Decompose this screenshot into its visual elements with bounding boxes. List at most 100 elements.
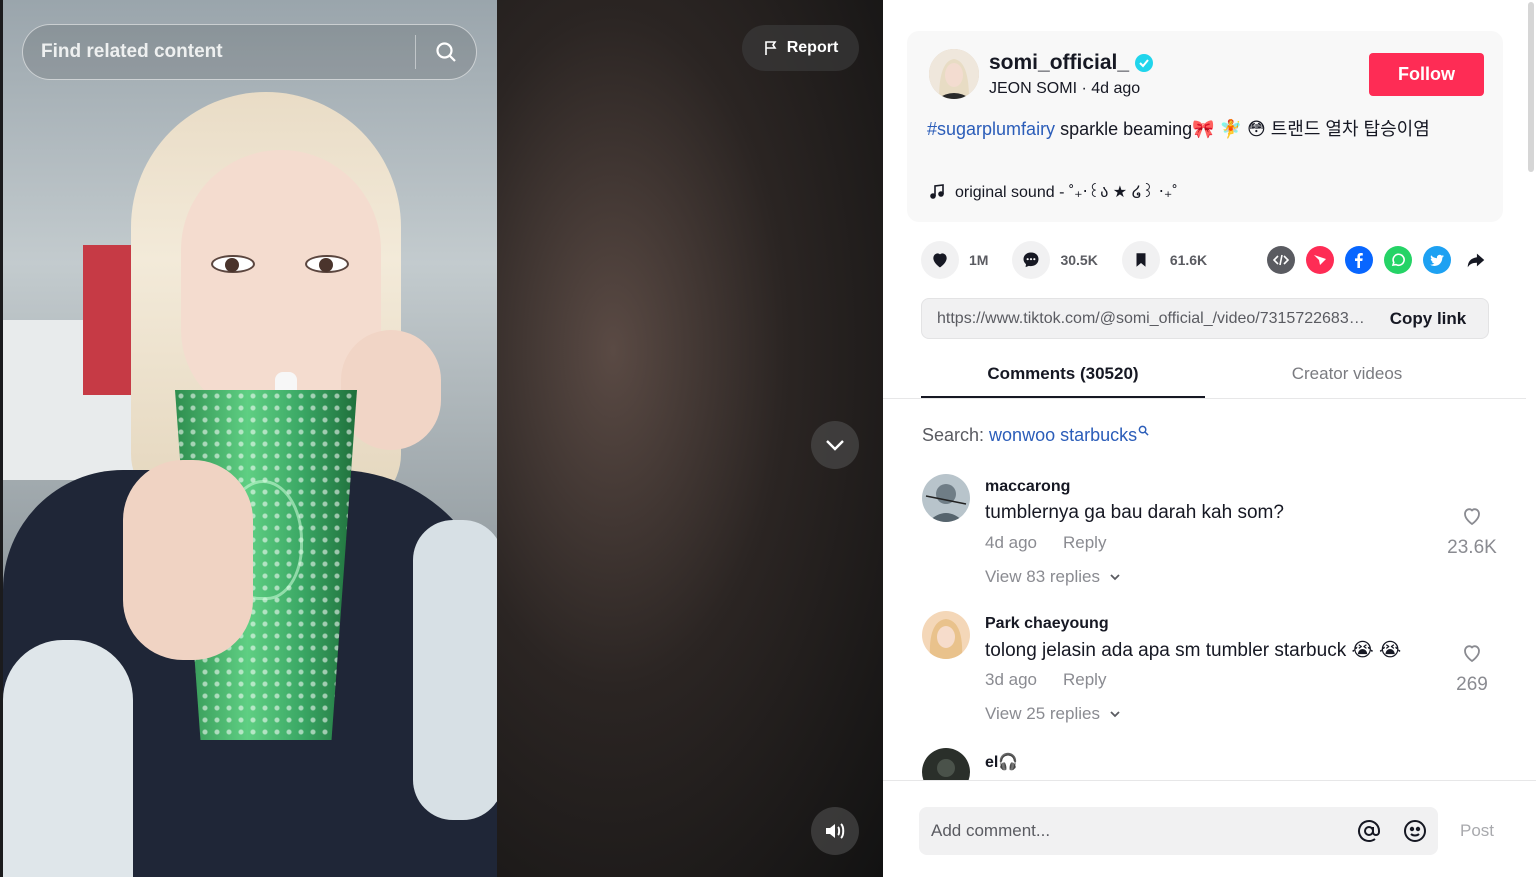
heart-outline-icon[interactable] xyxy=(1460,641,1484,665)
emoji-button[interactable] xyxy=(1392,819,1438,843)
save-action[interactable]: 61.6K xyxy=(1121,241,1207,279)
chevron-down-icon xyxy=(1110,574,1120,581)
search-button[interactable] xyxy=(416,24,476,80)
sound-link[interactable]: original sound - ˚₊‧꒰ა ★ ໒꒱ ‧₊˚ xyxy=(929,180,1178,202)
comment-item: maccarong tumblernya ga bau darah kah so… xyxy=(922,474,1497,594)
facebook-icon[interactable] xyxy=(1345,246,1373,274)
reply-button[interactable]: Reply xyxy=(1063,533,1106,553)
report-label: Report xyxy=(786,39,839,56)
view-replies-button[interactable]: View 83 replies xyxy=(985,567,1122,587)
view-replies-label[interactable]: View 83 replies xyxy=(985,567,1100,587)
like-action[interactable]: 1M xyxy=(921,241,988,279)
search-suggestion-keyword[interactable]: wonwoo starbucks xyxy=(989,425,1137,445)
video-frame[interactable] xyxy=(3,0,497,877)
description-text: sparkle beaming🎀 🧚 😳 트랜드 열차 탑승이염 xyxy=(1055,119,1430,139)
comment-count: 30.5K xyxy=(1060,252,1098,268)
reply-button[interactable]: Reply xyxy=(1063,670,1106,690)
author-subline: JEON SOMI · 4d ago xyxy=(989,80,1140,98)
comments-list[interactable]: Search: wonwoo starbucks maccarong tumbl… xyxy=(883,399,1526,780)
mention-button[interactable] xyxy=(1346,819,1392,843)
comment-time: 3d ago xyxy=(985,670,1037,689)
subline-separator: · xyxy=(1077,80,1092,97)
video-player[interactable]: Find related content Report xyxy=(0,0,883,877)
post-time: 4d ago xyxy=(1091,80,1141,97)
chevron-down-icon xyxy=(826,440,844,451)
person-sleeve xyxy=(3,640,133,877)
sound-title[interactable]: original sound - ˚₊‧꒰ა ★ ໒꒱ ‧₊˚ xyxy=(955,180,1178,202)
comment-input-placeholder[interactable]: Add comment... xyxy=(919,821,1346,841)
avatar-portrait xyxy=(929,49,979,99)
twitter-icon[interactable] xyxy=(1423,246,1451,274)
video-url[interactable]: https://www.tiktok.com/@somi_official_/v… xyxy=(922,310,1368,328)
comment-meta: 4d ago Reply xyxy=(985,533,1106,553)
comment-item: el🎧 xyxy=(922,748,1492,780)
comment-button[interactable] xyxy=(1012,241,1051,279)
author-username-row[interactable]: somi_official_ xyxy=(989,51,1154,75)
at-sign-icon xyxy=(1358,820,1380,842)
panel-tabs: Comments (30520) Creator videos xyxy=(921,352,1489,398)
volume-icon xyxy=(826,823,845,839)
share-arrow-icon[interactable] xyxy=(1462,246,1490,274)
scrollbar[interactable] xyxy=(1526,0,1536,780)
save-button[interactable] xyxy=(1121,241,1160,279)
bookmark-icon xyxy=(1136,253,1146,267)
chevron-down-icon xyxy=(1110,711,1120,718)
follow-button[interactable]: Follow xyxy=(1369,53,1484,96)
comment-input[interactable]: Add comment... xyxy=(919,807,1438,855)
comment-like-count: 23.6K xyxy=(1447,537,1497,558)
find-related-placeholder[interactable]: Find related content xyxy=(23,41,415,63)
tab-creator-videos[interactable]: Creator videos xyxy=(1205,352,1489,398)
comment-bubble-icon xyxy=(1023,252,1039,268)
verified-badge-icon xyxy=(1135,54,1154,72)
person-hand-left xyxy=(123,460,253,660)
copy-link-button[interactable]: Copy link xyxy=(1368,309,1488,329)
commenter-avatar[interactable] xyxy=(922,748,970,780)
comment-action[interactable]: 30.5K xyxy=(1012,241,1098,279)
tab-comments[interactable]: Comments (30520) xyxy=(921,352,1205,398)
share-icons xyxy=(1267,246,1490,274)
search-icon xyxy=(436,42,456,62)
commenter-username[interactable]: Park chaeyoung xyxy=(985,615,1109,633)
comment-like-count: 269 xyxy=(1456,674,1488,695)
search-icon[interactable] xyxy=(1138,425,1149,436)
author-avatar[interactable] xyxy=(929,49,979,99)
next-video-button[interactable] xyxy=(811,421,859,469)
comment-search-suggestion: Search: wonwoo starbucks xyxy=(922,425,1149,446)
report-button[interactable]: Report xyxy=(742,25,859,71)
send-icon[interactable] xyxy=(1306,246,1334,274)
video-description: #sugarplumfairy sparkle beaming🎀 🧚 😳 트랜드… xyxy=(927,117,1487,142)
commenter-avatar[interactable] xyxy=(922,474,970,522)
video-info-card: somi_official_ JEON SOMI · 4d ago Follow… xyxy=(907,31,1503,222)
whatsapp-icon[interactable] xyxy=(1384,246,1412,274)
comment-text: tolong jelasin ada apa sm tumbler starbu… xyxy=(985,640,1402,661)
comment-like[interactable]: 23.6K xyxy=(1432,504,1512,559)
view-replies-button[interactable]: View 25 replies xyxy=(985,704,1122,724)
author-username[interactable]: somi_official_ xyxy=(989,51,1129,75)
commenter-username[interactable]: maccarong xyxy=(985,478,1070,496)
post-button[interactable]: Post xyxy=(1460,821,1494,841)
comment-text: tumblernya ga bau darah kah som? xyxy=(985,502,1284,523)
embed-icon[interactable] xyxy=(1267,246,1295,274)
action-bar: 1M 30.5K 61.6K xyxy=(921,240,1231,280)
video-link-box: https://www.tiktok.com/@somi_official_/v… xyxy=(921,298,1489,339)
scrollbar-thumb[interactable] xyxy=(1528,2,1534,172)
volume-button[interactable] xyxy=(811,807,859,855)
comment-item: Park chaeyoung tolong jelasin ada apa sm… xyxy=(922,611,1492,731)
view-replies-label[interactable]: View 25 replies xyxy=(985,704,1100,724)
music-note-icon xyxy=(930,184,944,199)
details-panel: somi_official_ JEON SOMI · 4d ago Follow… xyxy=(883,0,1536,877)
search-suggestion-label: Search: xyxy=(922,425,990,445)
commenter-avatar[interactable] xyxy=(922,611,970,659)
commenter-username[interactable]: el🎧 xyxy=(985,752,1018,772)
hashtag-link[interactable]: #sugarplumfairy xyxy=(927,119,1055,139)
emoji-icon xyxy=(1404,820,1426,842)
heart-outline-icon[interactable] xyxy=(1460,504,1484,528)
like-button[interactable] xyxy=(921,241,959,279)
person-eye-left xyxy=(211,255,255,273)
comment-like[interactable]: 269 xyxy=(1432,641,1512,696)
comment-meta: 3d ago Reply xyxy=(985,670,1106,690)
find-related-search[interactable]: Find related content xyxy=(22,24,477,80)
flag-icon xyxy=(764,41,777,55)
person-sleeve-right xyxy=(413,520,497,820)
heart-icon xyxy=(933,253,947,268)
